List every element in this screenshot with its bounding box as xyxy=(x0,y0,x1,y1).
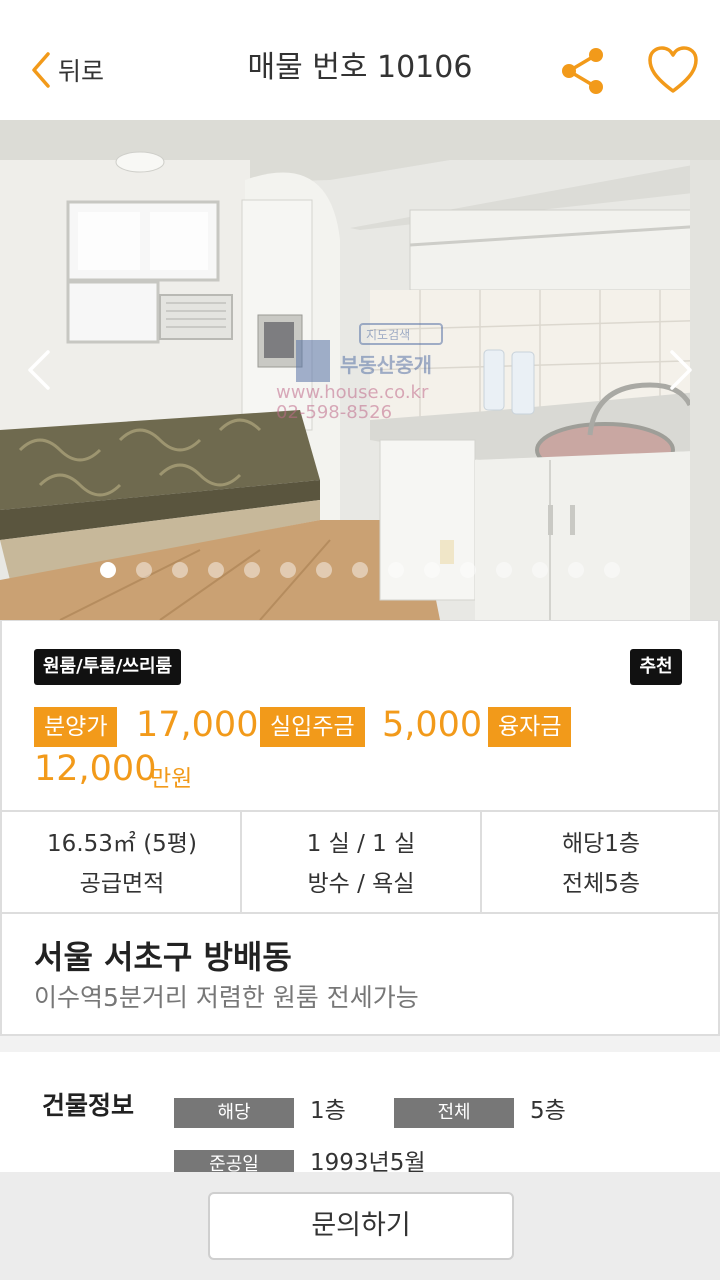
recommend-badge: 추천 xyxy=(630,649,682,685)
listing-headline: 이수역5분거리 저렴한 원룸 전세가능 xyxy=(34,983,419,1012)
next-photo-icon[interactable] xyxy=(666,348,696,392)
heart-icon[interactable] xyxy=(646,44,700,98)
watermark-phone: 02-598-8526 xyxy=(276,402,392,423)
loan-tag: 융자금 xyxy=(488,707,572,747)
listing-detail-page: 뒤로 매물 번호 10106 지도검색 부동산중개 www.house.co.k… xyxy=(0,0,720,1280)
gallery-dot[interactable] xyxy=(280,562,296,578)
total-floor-value: 5층 xyxy=(530,1098,566,1124)
property-type-badge: 원룸/투룸/쓰리룸 xyxy=(34,649,182,685)
watermark-search-label: 지도검색 xyxy=(366,328,410,342)
address-title: 서울 서초구 방배동 xyxy=(34,938,292,976)
spec-summary: 16.53㎡ (5평) 공급면적 1 실 / 1 실 방수 / 욕실 해당1층 … xyxy=(0,812,720,914)
bottom-action-bar: 문의하기 xyxy=(0,1172,720,1280)
sale-price-value: 17,000 xyxy=(136,705,259,745)
sale-price-tag: 분양가 xyxy=(34,707,118,747)
gallery-dot[interactable] xyxy=(496,562,512,578)
gallery-dot[interactable] xyxy=(316,562,332,578)
rooms-value: 1 실 / 1 실 xyxy=(306,831,416,857)
current-floor-value: 1층 xyxy=(310,1098,346,1124)
gallery-dot[interactable] xyxy=(568,562,584,578)
building-info-section: 건물정보 해당 1층 전체 5층 준공일 1993년5월 xyxy=(0,1052,720,1182)
gallery-dot[interactable] xyxy=(424,562,440,578)
previous-photo-icon[interactable] xyxy=(24,348,54,392)
rooms-label: 방수 / 욕실 xyxy=(307,871,415,897)
page-title: 매물 번호 10106 xyxy=(247,50,473,85)
actual-investment-tag: 실입주금 xyxy=(260,707,365,747)
gallery-dot[interactable] xyxy=(208,562,224,578)
top-app-bar: 뒤로 매물 번호 10106 xyxy=(0,0,720,120)
watermark-logo: 지도검색 부동산중개 www.house.co.kr 02-598-8526 xyxy=(276,323,443,423)
back-button[interactable]: 뒤로 xyxy=(30,48,104,92)
gallery-dot[interactable] xyxy=(460,562,476,578)
gallery-dot[interactable] xyxy=(172,562,188,578)
area-spec: 16.53㎡ (5평) 공급면적 xyxy=(2,812,242,912)
gallery-dot[interactable] xyxy=(532,562,548,578)
floor-spec: 해당1층 전체5층 xyxy=(480,812,720,912)
area-label: 공급면적 xyxy=(79,871,165,897)
gallery-dot[interactable] xyxy=(244,562,260,578)
gallery-dot[interactable] xyxy=(136,562,152,578)
building-info-heading: 건물정보 xyxy=(42,1091,135,1120)
inquire-button[interactable]: 문의하기 xyxy=(208,1192,514,1260)
gallery-dot[interactable] xyxy=(388,562,404,578)
watermark-name: 부동산중개 xyxy=(340,353,432,377)
total-floor-tag: 전체 xyxy=(394,1098,514,1128)
actual-investment-value: 5,000 xyxy=(382,705,483,745)
rooms-spec: 1 실 / 1 실 방수 / 욕실 xyxy=(240,812,480,912)
section-divider xyxy=(0,1036,720,1052)
gallery-dot[interactable] xyxy=(352,562,368,578)
back-label: 뒤로 xyxy=(58,57,105,86)
gallery-dot[interactable] xyxy=(100,562,116,578)
floor-value: 해당1층 xyxy=(561,831,641,857)
price-section: 원룸/투룸/쓰리룸 추천 분양가 17,000 실입주금 5,000 융자금 1… xyxy=(0,620,720,812)
loan-value: 12,000 xyxy=(34,749,157,789)
gallery-dot[interactable] xyxy=(604,562,620,578)
watermark-site: www.house.co.kr xyxy=(276,382,429,403)
area-value: 16.53㎡ (5평) xyxy=(47,831,197,857)
address-section: 서울 서초구 방배동 이수역5분거리 저렴한 원룸 전세가능 xyxy=(0,914,720,1036)
photo-gallery[interactable]: 지도검색 부동산중개 www.house.co.kr 02-598-8526 xyxy=(0,120,720,620)
chevron-left-icon xyxy=(32,52,50,88)
gallery-pagination xyxy=(100,562,620,578)
share-icon[interactable] xyxy=(556,44,610,98)
floor-label: 전체5층 xyxy=(561,871,641,897)
price-unit: 만원 xyxy=(150,766,193,792)
current-floor-tag: 해당 xyxy=(174,1098,294,1128)
